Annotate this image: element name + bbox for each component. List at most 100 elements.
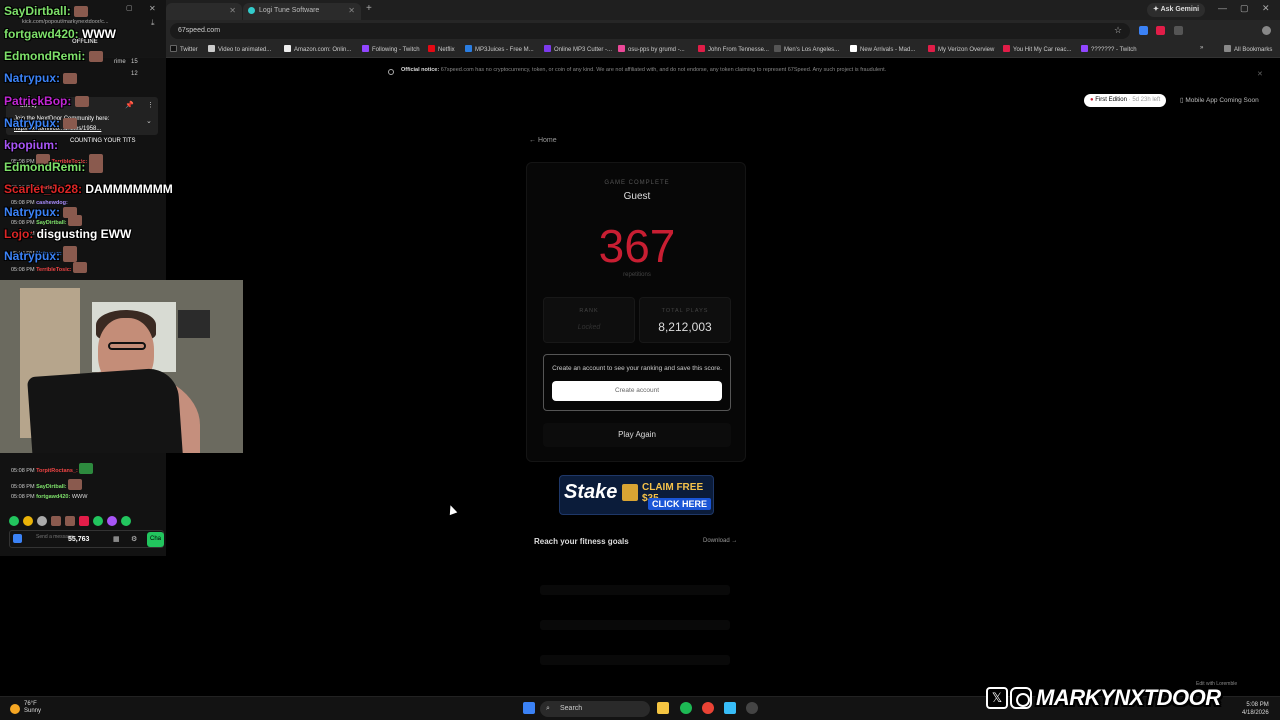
overlay-chat-line: kpopium: [4,138,58,152]
spotify-icon[interactable] [680,702,692,714]
store-icon[interactable]: ▦ [113,535,120,543]
stake-ad-banner[interactable]: Stake CLAIM FREE $35 CLICK HERE [559,475,714,515]
emote-bar[interactable] [9,513,135,526]
bookmark-twitch-other[interactable]: ??????? - Twitch [1081,45,1137,53]
file-explorer-icon[interactable] [657,702,669,714]
notice-close-icon[interactable]: ✕ [1257,70,1263,78]
bookmark-mp3cutter[interactable]: Online MP3 Cutter -... [544,45,612,53]
faded-list-row [540,620,730,630]
play-again-button[interactable]: Play Again [543,423,731,447]
tab-favicon-icon [248,7,255,14]
sparkle-icon: ✦ [1153,6,1161,13]
bookmark-car-reaction[interactable]: You Hit My Car reac... [1003,45,1071,53]
bookmark-twitter[interactable]: Twitter [170,45,198,53]
score-value: 367 [598,220,676,272]
maximize-icon[interactable]: ▢ [1240,3,1249,14]
webcam-tv [178,310,210,338]
bookmarks-more-icon[interactable]: » [1200,45,1203,51]
ad-cta: CLICK HERE [648,498,712,510]
tab-other[interactable]: ✕ [166,3,242,20]
bookmark-verizon[interactable]: My Verizon Overview [928,45,994,53]
overlay-chat-line: EdmondRemi: [4,49,103,63]
total-plays-stat: TOTAL PLAYS 8,212,003 [639,297,731,343]
total-plays-value: 8,212,003 [658,320,712,334]
new-tab-icon[interactable]: + [366,3,372,14]
gift-icon [622,484,638,501]
faded-list-row [540,655,730,665]
profile-icon[interactable] [1262,26,1271,35]
create-account-button[interactable]: Create account [552,381,722,401]
search-icon: ⌕ [546,705,550,712]
weather-widget[interactable]: 76°F Sunny [24,701,41,715]
chevron-down-icon[interactable]: ⌄ [146,117,152,125]
webcam-held-shirt [27,366,183,453]
x-icon: 𝕏 [986,687,1008,709]
window-max-icon[interactable]: ▢ [126,4,133,12]
chat-send-button[interactable]: Cha [147,532,164,547]
minimize-icon[interactable]: — [1218,3,1227,13]
overlay-chat-line: Lojo: disgusting EWW [4,227,132,241]
tab-close-icon[interactable]: ✕ [348,3,355,18]
channel-points[interactable]: 55,763 [68,536,89,543]
obs-icon[interactable] [746,702,758,714]
bookmark-john-tennessee[interactable]: John From Tennesse... [698,45,769,53]
chat-message: 05:08 PM SayDirtball: [11,479,83,490]
close-window-icon[interactable]: ✕ [1262,3,1270,14]
popout-url: kick.com/popout/markynextdoor/c... [22,19,109,25]
chat-message: 05:08 PM TerribleTosic: [11,262,88,273]
app-icon[interactable] [724,702,736,714]
all-bookmarks[interactable]: All Bookmarks [1224,45,1272,53]
rank-stat: RANK Locked [543,297,635,343]
webcam-person-glasses [108,342,146,350]
bookmark-osu-pps[interactable]: osu-pps by grumd -... [618,45,685,53]
rank-value: Locked [577,324,601,331]
overlay-chat-line: fortgawd420: WWW [4,27,117,41]
more-icon[interactable]: ⋮ [147,101,154,109]
ask-gemini-button[interactable]: ✦ Ask Gemini [1147,3,1206,17]
download-icon[interactable]: ⤓ [151,18,155,28]
download-link[interactable]: Download → [703,538,737,544]
tab-close-icon[interactable]: ✕ [229,3,236,18]
chrome-icon[interactable] [702,702,714,714]
bookmark-mp3juices[interactable]: MP3Juices - Free M... [465,45,534,53]
taskbar-search[interactable]: ⌕ Search [540,701,650,717]
instagram-icon [1010,687,1032,709]
bookmark-netflix[interactable]: Netflix [428,45,455,53]
bookmark-twitch-following[interactable]: Following - Twitch [362,45,420,53]
tab-logi-tune[interactable]: Logi Tune Software ✕ [243,3,361,20]
pin-icon[interactable]: 📌 [125,101,134,109]
home-link[interactable]: ← Home [529,137,557,144]
bookmark-new-arrivals[interactable]: New Arrivals - Mad... [850,45,915,53]
results-card: GAME COMPLETE Guest 367 repetitions RANK… [526,162,746,462]
window-close-icon[interactable]: ✕ [149,4,156,13]
layout-tag: Edit with Loremble [1196,681,1238,687]
game-complete-label: GAME COMPLETE [604,180,670,186]
extension-icon[interactable] [1174,26,1183,35]
prime-label: rime [114,59,126,65]
tab-label: Logi Tune Software [259,7,320,14]
player-name: Guest [623,191,651,202]
windows-start-icon[interactable] [523,702,535,714]
bookmark-amazon[interactable]: Amazon.com: Onlin... [284,45,351,53]
mobile-app-badge: ▯ Mobile App Coming Soon [1180,97,1259,104]
sun-icon [10,704,20,714]
bookmark-mens-la[interactable]: Men's Los Angeles... [774,45,839,53]
kick-icon [13,534,22,543]
streamer-name: MARKYNXTDOOR [1036,685,1221,710]
first-edition-badge[interactable]: ● First Edition · 5d 23h left [1084,94,1167,107]
extension-icon[interactable] [1156,26,1165,35]
score-unit: repetitions [623,272,651,278]
overlay-chat-line: Scarlet_Jo28: DAMMMMMMM [4,182,173,196]
taskbar-clock[interactable]: 5:08 PM 4/18/2026 [1242,701,1269,717]
bookmarks-bar: Twitter Video to animated... Amazon.com:… [0,42,1280,58]
star-icon[interactable]: ☆ [1114,25,1122,36]
address-bar-row: 67speed.com ☆ [0,20,1280,42]
overlay-chat-line: PatrickBop: [4,94,89,108]
extension-icon[interactable] [1139,26,1148,35]
bookmark-video-animated[interactable]: Video to animated... [208,45,271,53]
chat-message: 05:08 PM TorpitRoctans_: [11,463,94,474]
faded-list-row [540,585,730,595]
gear-icon[interactable]: ⚙ [131,535,137,543]
overlay-chat-line: Natrypux: [4,71,78,85]
url-input[interactable]: 67speed.com [170,23,1130,39]
